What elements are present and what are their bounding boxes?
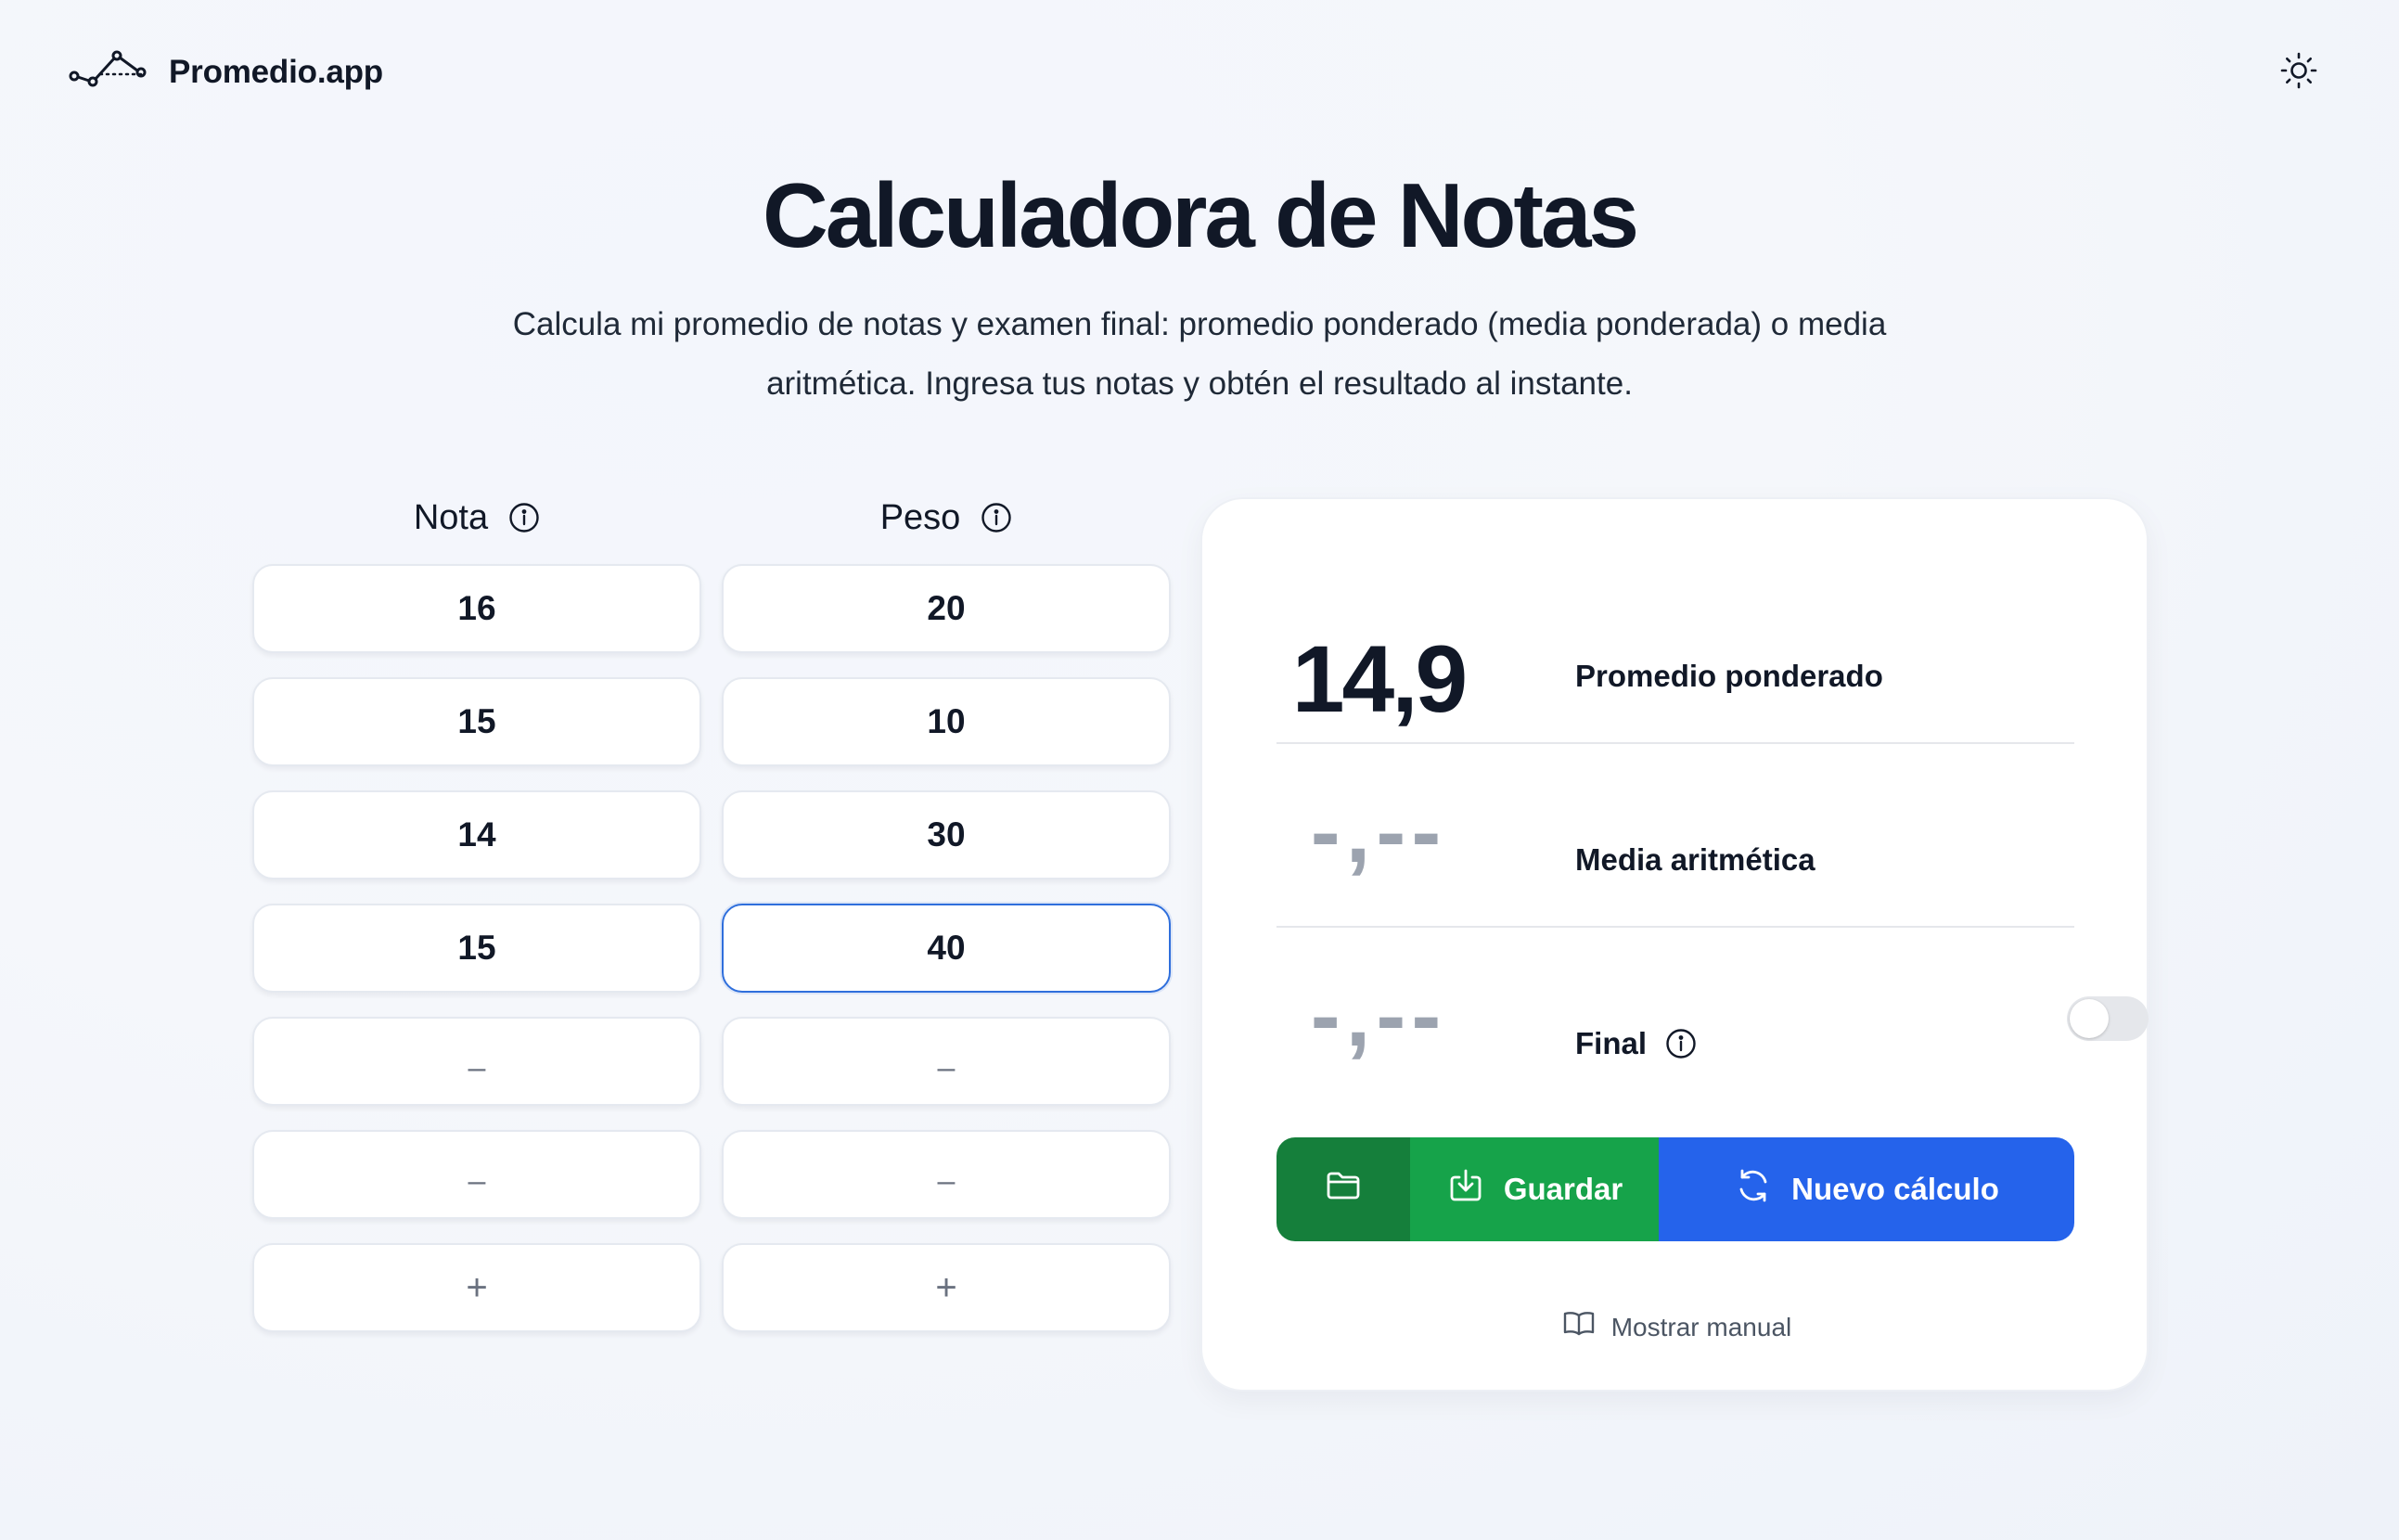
sun-icon [2278, 52, 2319, 95]
book-icon [1561, 1306, 1597, 1348]
final-toggle[interactable] [2067, 996, 2149, 1041]
refresh-icon [1734, 1166, 1773, 1213]
brand[interactable]: Promedio.app [69, 48, 383, 96]
final-value: -,-- [1310, 966, 1447, 1065]
weighted-average-label: Promedio ponderado [1575, 659, 1883, 694]
nota-input[interactable]: 15 [252, 677, 701, 766]
new-calculation-button[interactable]: Nuevo cálculo [1659, 1137, 2074, 1241]
new-calculation-label: Nuevo cálculo [1791, 1172, 1999, 1206]
info-icon[interactable] [981, 502, 1012, 533]
peso-input[interactable]: 40 [722, 904, 1171, 993]
action-buttons: Guardar Nuevo cálculo [1276, 1137, 2074, 1241]
nota-column-header: Nota [252, 492, 701, 544]
nota-input[interactable]: 15 [252, 904, 701, 993]
arithmetic-mean-value: -,-- [1310, 782, 1447, 881]
download-icon [1446, 1166, 1485, 1213]
save-button[interactable]: Guardar [1410, 1137, 1659, 1241]
nota-header-label: Nota [413, 497, 489, 537]
nota-input[interactable]: 14 [252, 790, 701, 879]
peso-column-header: Peso [722, 492, 1171, 544]
add-nota-button[interactable]: + [252, 1243, 701, 1332]
peso-input[interactable]: 20 [722, 564, 1171, 653]
show-manual-label: Mostrar manual [1610, 1312, 1792, 1341]
arithmetic-mean-row: -,-- Media aritmética [1276, 744, 2074, 928]
peso-input[interactable]: – [722, 1130, 1171, 1219]
save-button-label: Guardar [1503, 1172, 1623, 1206]
info-icon[interactable] [1665, 1028, 1697, 1059]
nota-input[interactable]: 16 [252, 564, 701, 653]
final-row: -,-- Final [1276, 928, 2074, 1111]
weighted-average-value: 14,9 [1291, 626, 1469, 732]
show-manual-link[interactable]: Mostrar manual [1202, 1306, 2150, 1348]
final-label-text: Final [1575, 1026, 1648, 1060]
page-subtitle: Calcula mi promedio de notas y examen fi… [512, 306, 1887, 402]
weighted-average-label-text: Promedio ponderado [1575, 659, 1883, 693]
toggle-knob [2070, 999, 2109, 1038]
folder-icon [1324, 1166, 1363, 1213]
info-icon[interactable] [508, 502, 540, 533]
arithmetic-mean-label: Media aritmética [1575, 842, 1815, 878]
open-folder-button[interactable] [1276, 1137, 1410, 1241]
page-title: Calculadora de Notas [762, 164, 1639, 266]
peso-input[interactable]: 30 [722, 790, 1171, 879]
final-label: Final [1575, 1026, 1697, 1061]
line-chart-icon [69, 48, 148, 96]
results-card: 14,9 Promedio ponderado -,-- Media aritm… [1200, 497, 2149, 1392]
nota-input[interactable]: – [252, 1130, 701, 1219]
add-peso-button[interactable]: + [722, 1243, 1171, 1332]
peso-header-label: Peso [879, 497, 961, 537]
nota-input[interactable]: – [252, 1017, 701, 1106]
brand-name: Promedio.app [169, 53, 383, 90]
peso-input[interactable]: – [722, 1017, 1171, 1106]
theme-toggle-button[interactable] [2278, 50, 2319, 91]
peso-input[interactable]: 10 [722, 677, 1171, 766]
arithmetic-mean-label-text: Media aritmética [1575, 842, 1815, 877]
